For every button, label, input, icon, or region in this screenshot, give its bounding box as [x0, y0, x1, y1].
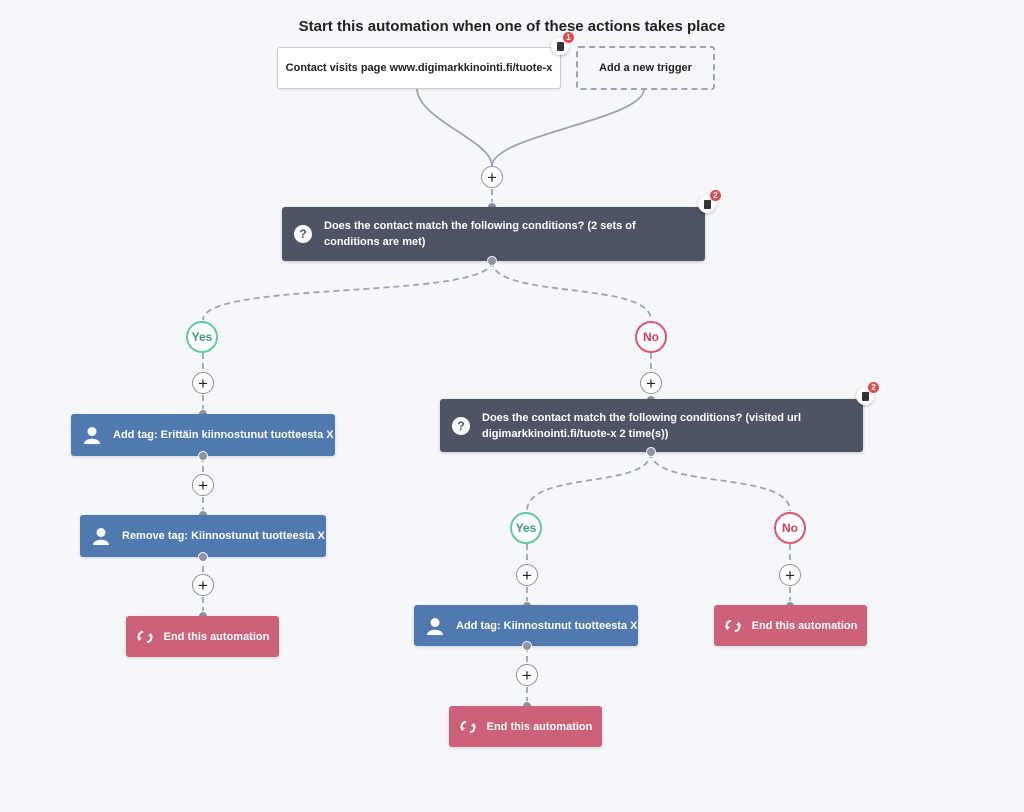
condition-node-1[interactable]: ? Does the contact match the following c… [282, 207, 705, 261]
question-icon: ? [294, 225, 312, 243]
connector-dot [646, 447, 656, 457]
add-step-button[interactable]: + [192, 372, 214, 394]
no-branch-label: No [635, 321, 667, 353]
user-icon [427, 617, 443, 635]
connector-dot [522, 641, 532, 651]
condition-text: Does the contact match the following con… [482, 411, 802, 440]
end-automation-node[interactable]: End this automation [714, 605, 867, 646]
add-new-trigger-label: Add a new trigger [599, 62, 692, 74]
yes-branch-label: Yes [186, 321, 218, 353]
action-label: Add tag: Erittäin kiinnostunut tuotteest… [113, 429, 334, 441]
trigger-notes-badge[interactable]: 1 [551, 32, 574, 55]
badge-count: 2 [868, 382, 879, 393]
connector-dot [198, 552, 208, 562]
end-label: End this automation [163, 630, 270, 643]
question-icon: ? [452, 416, 470, 435]
badge-count: 2 [710, 190, 721, 201]
end-label: End this automation [486, 720, 593, 733]
badge-count: 1 [563, 32, 574, 43]
connector-dot [487, 256, 497, 266]
add-step-button[interactable]: + [640, 372, 662, 394]
action-add-tag[interactable]: Add tag: Erittäin kiinnostunut tuotteest… [71, 414, 335, 456]
refresh-icon [459, 720, 476, 733]
action-add-tag[interactable]: Add tag: Kiinnostunut tuotteesta X [414, 605, 638, 646]
trigger2-connector [491, 88, 645, 167]
trigger-label: Contact visits page www.digimarkkinointi… [285, 62, 553, 74]
end-automation-node[interactable]: End this automation [126, 616, 279, 657]
no-branch-label: No [774, 512, 806, 544]
condition-notes-badge[interactable]: 2 [856, 382, 879, 405]
action-remove-tag[interactable]: Remove tag: Kiinnostunut tuotteesta X [80, 515, 326, 557]
condition-notes-badge[interactable]: 2 [698, 190, 721, 213]
action-label: Remove tag: Kiinnostunut tuotteesta X [122, 530, 325, 542]
end-label: End this automation [751, 619, 858, 632]
refresh-icon [136, 630, 153, 643]
add-step-button[interactable]: + [516, 664, 538, 686]
no-curve-1 [491, 260, 652, 321]
yes-curve-1 [202, 260, 493, 321]
end-automation-node[interactable]: End this automation [449, 706, 602, 747]
add-step-button[interactable]: + [481, 166, 503, 188]
document-icon [861, 391, 869, 401]
add-new-trigger-button[interactable]: Add a new trigger [576, 46, 715, 90]
user-icon [84, 427, 100, 444]
add-step-button[interactable]: + [516, 564, 538, 586]
user-icon [93, 528, 109, 545]
add-step-button[interactable]: + [192, 574, 214, 596]
condition-text: Does the contact match the following con… [324, 220, 636, 248]
document-icon [703, 199, 711, 209]
add-step-button[interactable]: + [779, 564, 801, 586]
yes-curve-2 [526, 451, 652, 512]
condition-node-2[interactable]: ? Does the contact match the following c… [440, 399, 863, 452]
yes-branch-label: Yes [510, 512, 542, 544]
trigger-contact-visits-page[interactable]: Contact visits page www.digimarkkinointi… [277, 47, 561, 89]
refresh-icon [724, 619, 741, 632]
action-label: Add tag: Kiinnostunut tuotteesta X [456, 619, 638, 632]
connector-dot [198, 451, 208, 461]
add-step-button[interactable]: + [192, 474, 214, 496]
trigger1-connector [416, 87, 493, 167]
no-curve-2 [650, 451, 791, 512]
page-title: Start this automation when one of these … [298, 18, 726, 35]
document-icon [556, 41, 564, 51]
